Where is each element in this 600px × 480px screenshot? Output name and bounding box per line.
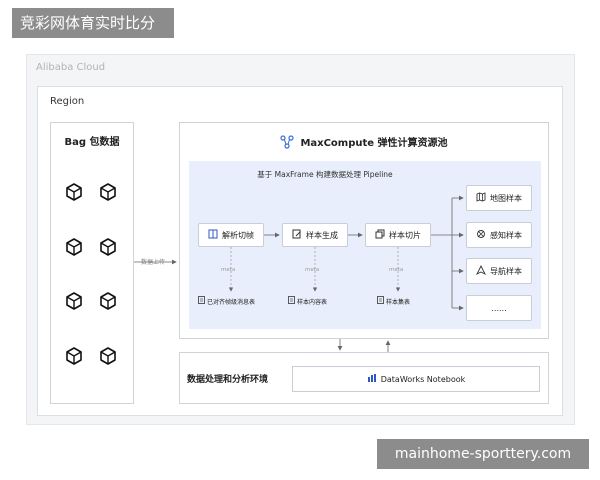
connector-lines <box>134 195 464 352</box>
bottom-banner: mainhome-sporttery.com <box>377 439 589 469</box>
